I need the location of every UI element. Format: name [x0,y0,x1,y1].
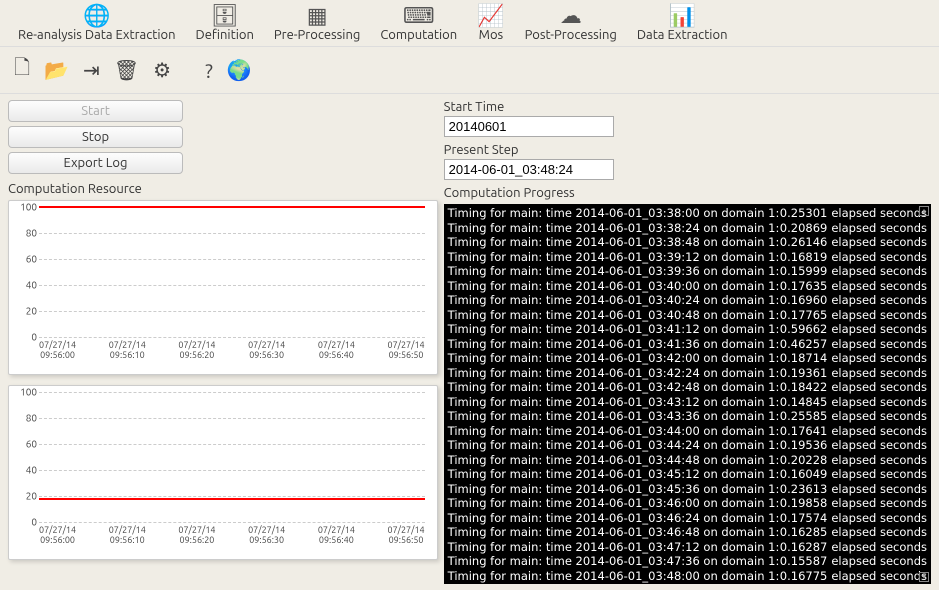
log-line: Timing for main: time 2014-06-01_03:47:1… [448,540,927,555]
tab-data-extraction[interactable]: 📊Data Extraction [627,0,738,46]
scroll-up-icon[interactable]: ▴ [919,206,929,216]
log-line: Timing for main: time 2014-06-01_03:42:0… [448,351,927,366]
scroll-down-icon[interactable]: ▾ [919,572,929,582]
x-tick: 07/27/1409:56:10 [109,526,146,546]
tab-label: Data Extraction [637,28,728,42]
x-tick: 07/27/1409:56:00 [39,341,76,361]
log-line: Timing for main: time 2014-06-01_03:42:4… [448,380,927,395]
y-tick: 100 [17,202,37,213]
log-line: Timing for main: time 2014-06-01_03:47:3… [448,554,927,569]
tab-label: Definition [196,28,254,42]
chart-0: 0 20 40 60 80 100 07/27/1409:56:00 07/27/1409:5… [8,200,438,375]
log-line: Timing for main: time 2014-06-01_03:44:2… [448,438,927,453]
tab-re-analysis-data-extraction[interactable]: 🌐Re-analysis Data Extraction [8,0,186,46]
new-file-icon[interactable]: 🗋 [10,51,34,89]
delete-icon[interactable]: 🗑 [110,56,143,84]
x-tick: 07/27/1409:56:00 [39,526,76,546]
log-line: Timing for main: time 2014-06-01_03:39:3… [448,264,927,279]
tab-post-processing[interactable]: ☁Post-Processing [515,0,627,46]
toolbar: 🗋 📂 ⇥ 🗑 ⚙ ? 🌍 [0,46,939,94]
data-line [39,206,425,208]
start-time-label: Start Time [444,100,931,114]
log-line: Timing for main: time 2014-06-01_03:43:1… [448,395,927,410]
settings-icon[interactable]: ⚙ [149,56,175,84]
x-tick: 07/27/1409:56:30 [248,526,285,546]
log-line: Timing for main: time 2014-06-01_03:45:1… [448,467,927,482]
tab-label: Post-Processing [525,28,617,42]
tab-icon: ▦ [274,4,360,28]
log-line: Timing for main: time 2014-06-01_03:42:2… [448,366,927,381]
tab-icon: 🗄 [196,4,254,28]
log-line: Timing for main: time 2014-06-01_03:44:0… [448,424,927,439]
nav-tabs: 🌐Re-analysis Data Extraction🗄Definition▦… [0,0,939,46]
log-line: Timing for main: time 2014-06-01_03:46:4… [448,525,927,540]
tab-label: Computation [380,28,457,42]
globe-icon[interactable]: 🌍 [223,56,256,84]
tab-icon: ⌨ [380,4,457,28]
progress-label: Computation Progress [444,186,931,200]
log-console[interactable]: ▴ ▾ Timing for main: time 2014-06-01_03:… [444,204,931,584]
x-tick: 07/27/1409:56:50 [388,341,425,361]
tab-computation[interactable]: ⌨Computation [370,0,467,46]
x-tick: 07/27/1409:56:30 [248,341,285,361]
log-line: Timing for main: time 2014-06-01_03:40:2… [448,293,927,308]
present-step-label: Present Step [444,143,931,157]
tab-definition[interactable]: 🗄Definition [186,0,264,46]
tab-icon: 🌐 [18,4,176,28]
log-line: Timing for main: time 2014-06-01_03:38:0… [448,206,927,221]
chart-1: 0 20 40 60 80 100 07/27/1409:56:00 07/27/1409:5… [8,385,438,560]
start-button: Start [8,100,183,122]
import-icon[interactable]: ⇥ [79,56,104,84]
y-tick: 0 [17,332,37,343]
y-tick: 20 [17,306,37,317]
help-icon[interactable]: ? [201,57,217,84]
y-tick: 40 [17,465,37,476]
tab-icon: 📈 [477,4,504,28]
tab-mos[interactable]: 📈Mos [467,0,514,46]
log-line: Timing for main: time 2014-06-01_03:38:4… [448,235,927,250]
log-line: Timing for main: time 2014-06-01_03:41:1… [448,322,927,337]
x-tick: 07/27/1409:56:20 [178,341,215,361]
x-tick: 07/27/1409:56:10 [109,341,146,361]
y-tick: 60 [17,439,37,450]
log-line: Timing for main: time 2014-06-01_03:40:0… [448,279,927,294]
tab-label: Pre-Processing [274,28,360,42]
y-tick: 100 [17,387,37,398]
x-tick: 07/27/1409:56:20 [178,526,215,546]
log-line: Timing for main: time 2014-06-01_03:44:4… [448,453,927,468]
log-line: Timing for main: time 2014-06-01_03:46:2… [448,511,927,526]
log-line: Timing for main: time 2014-06-01_03:38:2… [448,221,927,236]
x-tick: 07/27/1409:56:40 [318,526,355,546]
resource-label: Computation Resource [8,182,438,196]
stop-button[interactable]: Stop [8,126,183,148]
y-tick: 80 [17,413,37,424]
log-line: Timing for main: time 2014-06-01_03:41:3… [448,337,927,352]
y-tick: 80 [17,228,37,239]
y-tick: 0 [17,517,37,528]
data-line [39,498,425,500]
tab-label: Mos [477,28,504,42]
present-step-input[interactable] [444,159,614,180]
tab-pre-processing[interactable]: ▦Pre-Processing [264,0,370,46]
log-line: Timing for main: time 2014-06-01_03:40:4… [448,308,927,323]
log-line: Timing for main: time 2014-06-01_03:46:0… [448,496,927,511]
tab-icon: ☁ [525,4,617,28]
log-line: Timing for main: time 2014-06-01_03:48:0… [448,569,927,584]
log-line: Timing for main: time 2014-06-01_03:48:2… [448,583,927,584]
open-file-icon[interactable]: 📂 [40,56,73,84]
export-log-button[interactable]: Export Log [8,152,183,174]
tab-label: Re-analysis Data Extraction [18,28,176,42]
log-line: Timing for main: time 2014-06-01_03:43:3… [448,409,927,424]
y-tick: 40 [17,280,37,291]
y-tick: 20 [17,491,37,502]
log-line: Timing for main: time 2014-06-01_03:39:1… [448,250,927,265]
x-tick: 07/27/1409:56:40 [318,341,355,361]
tab-icon: 📊 [637,4,728,28]
log-line: Timing for main: time 2014-06-01_03:45:3… [448,482,927,497]
y-tick: 60 [17,254,37,265]
start-time-input[interactable] [444,116,614,137]
x-tick: 07/27/1409:56:50 [388,526,425,546]
